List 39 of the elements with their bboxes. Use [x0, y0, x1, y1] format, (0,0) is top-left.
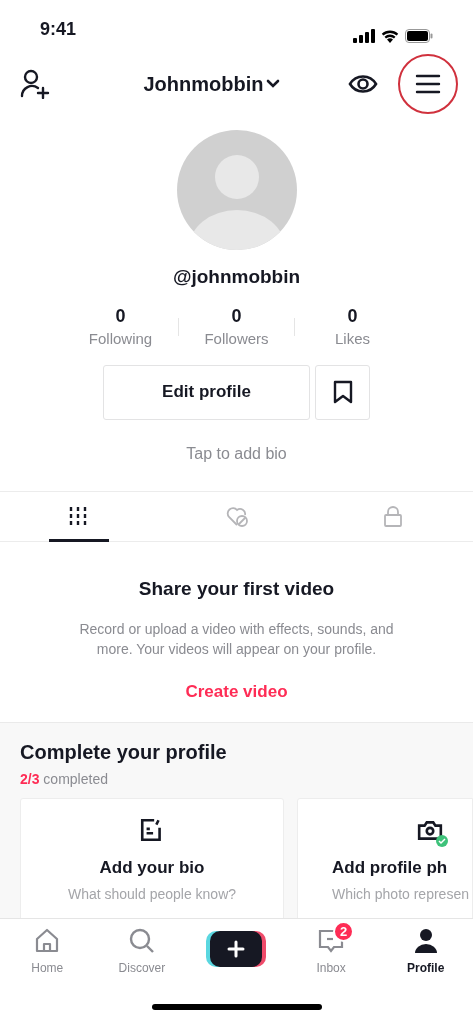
stat-label: Likes [335, 328, 370, 349]
card-subtitle: Which photo represen [332, 885, 469, 904]
card-title: Add profile ph [332, 856, 448, 879]
nav-home-tab[interactable]: Home [0, 927, 95, 977]
chevron-down-icon [266, 78, 281, 89]
username-dropdown[interactable]: Johnmobbin [119, 68, 281, 99]
stat-value: 0 [231, 304, 242, 327]
add-user-icon[interactable] [20, 68, 52, 99]
stat-label: Following [88, 328, 153, 349]
menu-icon[interactable] [415, 73, 441, 94]
stat-value: 0 [115, 304, 126, 327]
bio-placeholder[interactable]: Tap to add bio [186, 441, 287, 466]
eye-icon[interactable] [348, 72, 378, 95]
empty-state-title: Share your first video [138, 576, 335, 601]
section-title: Complete your profile [20, 739, 228, 765]
inbox-icon [317, 927, 346, 955]
plus-icon [227, 940, 246, 958]
profile-card[interactable]: Add your bio What should people know? [20, 797, 284, 918]
nav-discover-tab[interactable]: Discover [94, 927, 190, 977]
bookmark-button[interactable] [315, 364, 370, 420]
empty-state-description: Record or upload a video with effects, sounds, and more. Your videos will appear on your profile. [78, 620, 395, 659]
wifi-icon [381, 29, 399, 43]
bookmark-icon [332, 380, 353, 404]
notification-badge: 2 [333, 921, 355, 942]
discover-icon [127, 927, 156, 955]
progress-text: 2/3 completed [20, 769, 109, 789]
stat-value: 0 [347, 304, 358, 327]
status-time: 9:41 [40, 18, 77, 41]
liked-tab-icon [225, 505, 248, 527]
battery-icon [405, 29, 433, 43]
card-subtitle: What should people know? [67, 885, 237, 904]
edit-profile-button[interactable]: Edit profile [103, 364, 310, 420]
nav-profile-tab[interactable]: Profile [378, 927, 473, 977]
stat-label: Followers [204, 328, 269, 349]
signal-icon [353, 29, 375, 43]
card-title: Add your bio [99, 856, 205, 879]
create-video-link[interactable]: Create video [185, 679, 288, 705]
profile-handle: @johnmobbin [172, 265, 301, 289]
profile-card[interactable]: Add profile ph Which photo represen [297, 797, 473, 918]
